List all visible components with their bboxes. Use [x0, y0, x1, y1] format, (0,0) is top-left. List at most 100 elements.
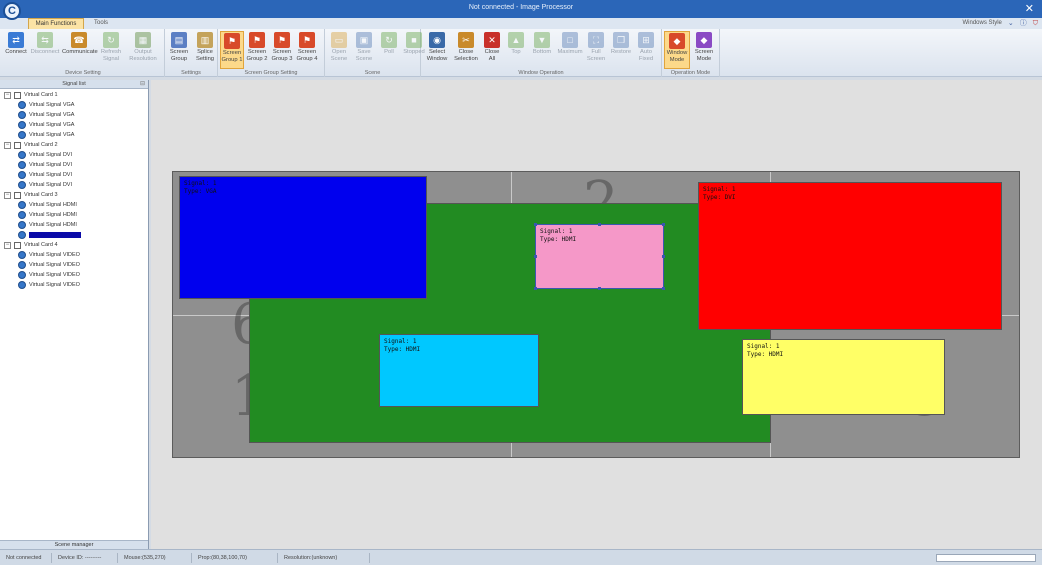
tree-card-label: Virtual Card 1	[24, 92, 58, 98]
workspace: 2 6 1 5 Signal: 1 Type: VGA Signal: 1 Ty…	[151, 80, 1042, 549]
signal-item[interactable]: Virtual Signal VGA	[18, 120, 74, 130]
top-button[interactable]: ▲ Top	[504, 31, 528, 69]
shield-icon[interactable]: ⛉	[1033, 18, 1038, 29]
resize-handle[interactable]	[534, 223, 537, 226]
communicate-button[interactable]: ☎ Communicate	[62, 31, 98, 69]
window-red[interactable]: Signal: 1 Type: DVI	[698, 182, 1002, 330]
signal-item[interactable]: Virtual Signal HDMI	[18, 200, 77, 210]
resize-handle[interactable]	[662, 223, 665, 226]
scene-manager-tab[interactable]: Scene manager	[0, 540, 148, 549]
signal-item[interactable]: Virtual Signal HDMI	[18, 230, 81, 240]
signal-item[interactable]: Virtual Signal VIDEO	[18, 280, 80, 290]
tree-card[interactable]: − Virtual Card 4	[4, 240, 58, 250]
signal-item[interactable]: Virtual Signal VGA	[18, 110, 74, 120]
arrow-up-icon: ▲	[508, 32, 524, 48]
auto-fixed-button[interactable]: ⊞ Auto Fixed	[635, 31, 657, 69]
screen-mode-button[interactable]: ◆ Screen Mode	[691, 31, 717, 69]
full-screen-button[interactable]: ⛶ Full Screen	[585, 31, 607, 69]
bottom-button[interactable]: ▼ Bottom	[529, 31, 555, 69]
status-connection: Not connected	[2, 553, 52, 563]
signal-item[interactable]: Virtual Signal HDMI	[18, 210, 77, 220]
signal-icon	[18, 231, 26, 239]
open-scene-button[interactable]: ▭ Open Scene	[327, 31, 351, 69]
poll-button[interactable]: ↻ Poll	[377, 31, 401, 69]
window-signal-label: Signal: 1	[540, 228, 573, 235]
flag-icon: ⚑	[249, 32, 265, 48]
flag-icon: ⚑	[224, 33, 240, 49]
close-selection-button[interactable]: ✂ Close Selection	[452, 31, 480, 69]
window-close-button[interactable]: ✕	[1025, 2, 1034, 15]
signal-label: Virtual Signal DVI	[29, 182, 73, 188]
resize-handle[interactable]	[534, 287, 537, 290]
signal-item[interactable]: Virtual Signal DVI	[18, 160, 72, 170]
window-signal-label: Signal: 1	[384, 338, 417, 345]
chevron-icon[interactable]: ⌄	[1008, 18, 1014, 29]
screen-group-4-button[interactable]: ⚑ Screen Group 4	[295, 31, 319, 69]
maximum-button[interactable]: □ Maximum	[556, 31, 584, 69]
info-icon[interactable]: ⓘ	[1020, 18, 1027, 29]
resize-handle[interactable]	[662, 255, 665, 258]
signal-icon	[18, 121, 26, 129]
connect-button[interactable]: ⇄ Connect	[4, 31, 28, 69]
tree-card[interactable]: − Virtual Card 3	[4, 190, 58, 200]
tab-tools[interactable]: Tools	[84, 18, 118, 29]
ribbon-button-label: Screen Group 2	[246, 49, 268, 62]
collapse-icon[interactable]: −	[4, 91, 11, 99]
close-all-button[interactable]: ✕ Close All	[481, 31, 503, 69]
resize-handle[interactable]	[598, 287, 601, 290]
ribbon-group-label: Settings	[181, 70, 201, 76]
pin-icon[interactable]: ⊟	[140, 80, 145, 89]
output-resolution-button[interactable]: ▦ Output Resolution	[126, 31, 160, 69]
signal-item[interactable]: Virtual Signal VIDEO	[18, 270, 80, 280]
signal-item[interactable]: Virtual Signal VGA	[18, 130, 74, 140]
window-blue[interactable]: Signal: 1 Type: VGA	[179, 176, 427, 299]
style-menu[interactable]: Windows Style	[963, 18, 1002, 29]
collapse-icon[interactable]: −	[4, 141, 11, 149]
screen-group-3-button[interactable]: ⚑ Screen Group 3	[270, 31, 294, 69]
video-wall[interactable]: 2 6 1 5 Signal: 1 Type: VGA Signal: 1 Ty…	[172, 171, 1020, 458]
screen-group-1-button[interactable]: ⚑ Screen Group 1	[220, 31, 244, 69]
resize-handle[interactable]	[662, 287, 665, 290]
disconnect-icon: ⇆	[37, 32, 53, 48]
signal-icon	[18, 151, 26, 159]
disconnect-button[interactable]: ⇆ Disconnect	[29, 31, 61, 69]
splice-icon: ▥	[197, 32, 213, 48]
signal-item[interactable]: Virtual Signal VGA	[18, 100, 74, 110]
ribbon-group: ▤ Screen Group ▥ Splice Setting Settings	[165, 29, 218, 77]
tree-card[interactable]: − Virtual Card 1	[4, 90, 58, 100]
tab-main-functions[interactable]: Main Functions	[28, 18, 84, 29]
restore-button[interactable]: ❐ Restore	[608, 31, 634, 69]
window-pink[interactable]: Signal: 1 Type: HDMI	[535, 224, 664, 289]
signal-item[interactable]: Virtual Signal DVI	[18, 180, 72, 190]
signal-item[interactable]: Virtual Signal VIDEO	[18, 250, 80, 260]
signal-label: Virtual Signal DVI	[29, 162, 73, 168]
window-yellow[interactable]: Signal: 1 Type: HDMI	[742, 339, 945, 415]
save-scene-button[interactable]: ▣ Save Scene	[352, 31, 376, 69]
signal-item[interactable]: Virtual Signal DVI	[18, 150, 72, 160]
refresh-signal-button[interactable]: ↻ Refresh Signal	[97, 31, 125, 69]
app-logo-icon[interactable]: C	[3, 2, 21, 20]
select-window-icon: ◉	[429, 32, 445, 48]
resize-handle[interactable]	[598, 223, 601, 226]
signal-item[interactable]: Virtual Signal HDMI	[18, 220, 77, 230]
stop-icon: ■	[406, 32, 422, 48]
select-window-button[interactable]: ◉ Select Window	[423, 31, 451, 69]
window-mode-button[interactable]: ◆ Window Mode	[664, 31, 690, 69]
ribbon-button-label: Close All	[484, 49, 500, 62]
splice-setting-button[interactable]: ▥ Splice Setting	[192, 31, 218, 69]
maximize-icon: □	[562, 32, 578, 48]
signal-item[interactable]: Virtual Signal DVI	[18, 170, 72, 180]
signal-item[interactable]: Virtual Signal VIDEO	[18, 260, 80, 270]
screen-group-button[interactable]: ▤ Screen Group	[167, 31, 191, 69]
tree-card[interactable]: − Virtual Card 2	[4, 140, 58, 150]
ribbon-button-label: Select Window	[426, 49, 448, 62]
resize-handle[interactable]	[534, 255, 537, 258]
window-cyan[interactable]: Signal: 1 Type: HDMI	[379, 334, 539, 407]
tree-card-label: Virtual Card 3	[24, 192, 58, 198]
collapse-icon[interactable]: −	[4, 241, 11, 249]
screen-group-2-button[interactable]: ⚑ Screen Group 2	[245, 31, 269, 69]
fullscreen-icon: ⛶	[588, 32, 604, 48]
ribbon-button-label: Poll	[384, 49, 394, 55]
ribbon-group: ▭ Open Scene ▣ Save Scene ↻ Poll ■ Stopped Scene	[325, 29, 425, 77]
collapse-icon[interactable]: −	[4, 191, 11, 199]
